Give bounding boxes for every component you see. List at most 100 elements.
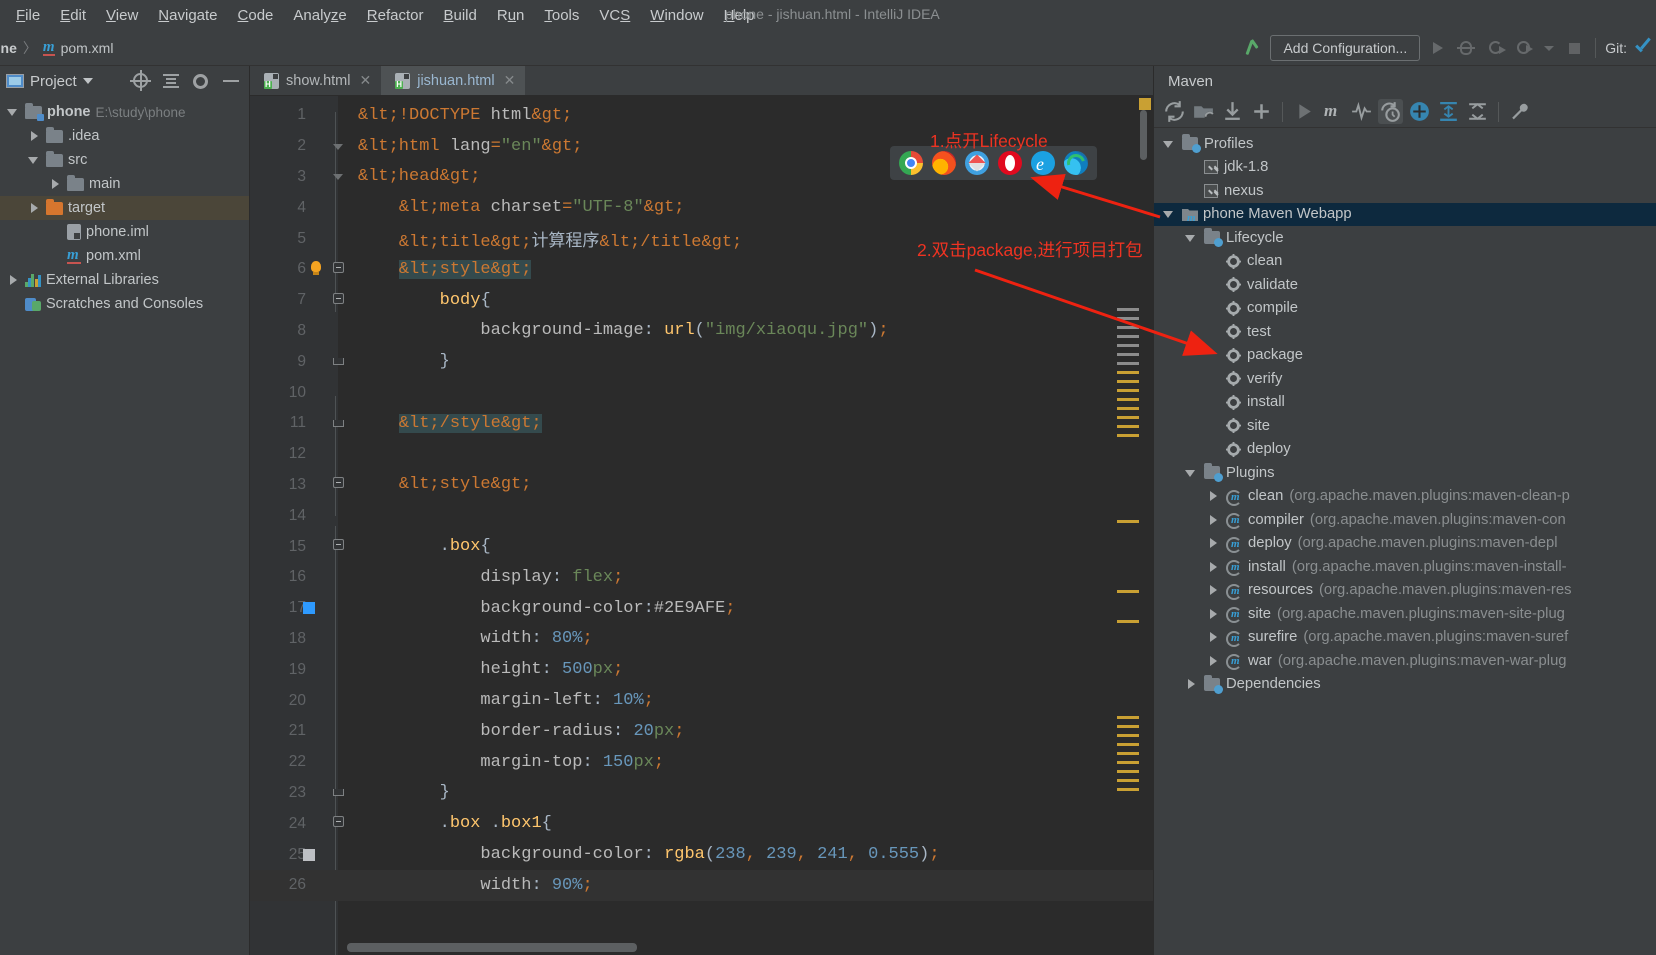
firefox-icon[interactable] <box>932 151 956 175</box>
error-stripe-marker[interactable] <box>1117 743 1139 746</box>
error-stripe-marker[interactable] <box>1117 425 1139 428</box>
color-preview-chip[interactable] <box>303 602 315 615</box>
error-stripe-marker[interactable] <box>1117 416 1139 419</box>
project-tree-item-pom-xml[interactable]: m pom.xml <box>0 244 249 268</box>
chevron-down-icon[interactable] <box>1184 466 1198 480</box>
menu-build[interactable]: Build <box>433 4 486 27</box>
code-fold-marker[interactable] <box>330 414 346 433</box>
add-managed-project-icon[interactable] <box>1191 99 1216 124</box>
project-tree-item-target[interactable]: target <box>0 196 249 220</box>
chevron-right-icon[interactable] <box>27 201 41 215</box>
code-fold-marker[interactable] <box>330 814 346 833</box>
code-line[interactable]: 21 border-radius: 20px; <box>250 716 1153 747</box>
editor-tab-show-html[interactable]: show.html ✕ <box>250 66 381 95</box>
close-icon[interactable]: ✕ <box>359 72 371 89</box>
error-stripe-marker[interactable] <box>1117 520 1139 523</box>
execute-icon[interactable] <box>1291 99 1316 124</box>
edge-icon[interactable] <box>1063 150 1089 176</box>
chevron-right-icon[interactable] <box>1184 677 1198 691</box>
collapse-all-icon[interactable] <box>159 70 183 92</box>
error-stripe-marker[interactable] <box>1117 398 1139 401</box>
maven-tree-item-lifecycle[interactable]: Lifecycle <box>1154 226 1656 250</box>
profile-icon[interactable] <box>1512 36 1536 60</box>
code-fold-marker[interactable] <box>330 783 346 802</box>
chevron-right-icon[interactable] <box>1206 654 1220 668</box>
project-tree-item-phone-iml[interactable]: phone.iml <box>0 220 249 244</box>
maven-tree-item-validate[interactable]: validate <box>1154 273 1656 297</box>
maven-tree[interactable]: Profiles jdk-1.8 nexus m phone Maven Webapp L… <box>1154 128 1656 696</box>
code-line[interactable]: 7 body{ <box>250 285 1153 316</box>
color-preview-chip[interactable] <box>303 848 315 861</box>
maven-tree-item-deploy[interactable]: deploy <box>1154 438 1656 462</box>
error-stripe-marker[interactable] <box>1117 770 1139 773</box>
maven-tree-item-compiler[interactable]: compiler (org.apache.maven.plugins:maven… <box>1154 508 1656 532</box>
error-stripe-marker[interactable] <box>1117 407 1139 410</box>
update-project-icon[interactable] <box>1243 37 1265 59</box>
maven-tree-item-package[interactable]: package <box>1154 344 1656 368</box>
maven-tree-item-plugins[interactable]: Plugins <box>1154 461 1656 485</box>
error-stripe-marker[interactable] <box>1117 761 1139 764</box>
code-line[interactable]: 9 } <box>250 346 1153 377</box>
error-stripe-marker[interactable] <box>1117 620 1139 623</box>
maven-tree-item-clean[interactable]: clean (org.apache.maven.plugins:maven-cl… <box>1154 485 1656 509</box>
reload-icon[interactable] <box>1162 99 1187 124</box>
error-stripe-marker[interactable] <box>1117 326 1139 329</box>
code-fold-marker[interactable] <box>330 352 346 371</box>
error-stripe-marker[interactable] <box>1117 344 1139 347</box>
error-stripe-marker[interactable] <box>1117 734 1139 737</box>
error-stripe-marker[interactable] <box>1117 371 1139 374</box>
menu-edit[interactable]: Edit <box>50 4 96 27</box>
chevron-right-icon[interactable] <box>27 129 41 143</box>
error-stripe-marker[interactable] <box>1117 335 1139 338</box>
download-sources-icon[interactable] <box>1220 99 1245 124</box>
maven-tree-item-install[interactable]: install (org.apache.maven.plugins:maven-… <box>1154 555 1656 579</box>
error-stripe-marker[interactable] <box>1117 362 1139 365</box>
stop-icon[interactable] <box>1562 36 1586 60</box>
toggle-offline-icon[interactable] <box>1378 99 1403 124</box>
maven-tree-item-profiles[interactable]: Profiles <box>1154 132 1656 156</box>
menu-file[interactable]: File <box>6 4 50 27</box>
chevron-right-icon[interactable] <box>1206 489 1220 503</box>
error-stripe-marker[interactable] <box>1117 788 1139 791</box>
settings-gear-icon[interactable] <box>189 70 213 92</box>
project-tree-item-scratches-and-consoles[interactable]: Scratches and Consoles <box>0 292 249 316</box>
code-line[interactable]: 18 width: 80%; <box>250 624 1153 655</box>
code-line[interactable]: 17 background-color:#2E9AFE; <box>250 593 1153 624</box>
error-stripe-marker[interactable] <box>1117 434 1139 437</box>
chevron-down-icon[interactable] <box>1162 207 1176 221</box>
maven-tree-item-clean[interactable]: clean <box>1154 250 1656 274</box>
code-fold-marker[interactable] <box>330 475 346 494</box>
project-tree-item--idea[interactable]: .idea <box>0 124 249 148</box>
run-icon[interactable] <box>1425 36 1449 60</box>
minimize-icon[interactable] <box>219 70 243 92</box>
chevron-right-icon[interactable] <box>1206 583 1220 597</box>
code-line[interactable]: 20 margin-left: 10%; <box>250 685 1153 716</box>
maven-tree-item-jdk-1-8[interactable]: jdk-1.8 <box>1154 156 1656 180</box>
inspection-status-icon[interactable] <box>1139 98 1151 110</box>
editor-vertical-scrollbar[interactable] <box>1140 110 1147 160</box>
code-line[interactable]: 19 height: 500px; <box>250 654 1153 685</box>
code-line[interactable]: 23 } <box>250 778 1153 809</box>
maven-tree-item-site[interactable]: site (org.apache.maven.plugins:maven-sit… <box>1154 602 1656 626</box>
maven-tree-item-surefire[interactable]: surefire (org.apache.maven.plugins:maven… <box>1154 626 1656 650</box>
editor-tab-jishuan-html[interactable]: jishuan.html ✕ <box>381 66 526 95</box>
code-fold-marker[interactable] <box>330 167 346 186</box>
code-line[interactable]: 16 display: flex; <box>250 562 1153 593</box>
coverage-icon[interactable] <box>1483 36 1507 60</box>
opera-icon[interactable] <box>998 151 1022 175</box>
menu-analyze[interactable]: Analyze <box>283 4 356 27</box>
error-stripe-marker[interactable] <box>1117 779 1139 782</box>
error-stripe-marker[interactable] <box>1117 590 1139 593</box>
chevron-right-icon[interactable] <box>1206 630 1220 644</box>
code-fold-marker[interactable] <box>330 537 346 556</box>
menu-window[interactable]: Window <box>640 4 713 27</box>
chevron-right-icon[interactable] <box>6 273 20 287</box>
menu-run[interactable]: Run <box>487 4 535 27</box>
intention-bulb-icon[interactable] <box>308 261 324 277</box>
expand-all-icon[interactable] <box>1436 99 1461 124</box>
error-stripe-marker[interactable] <box>1117 380 1139 383</box>
code-line[interactable]: 14 <box>250 500 1153 531</box>
maven-tree-item-verify[interactable]: verify <box>1154 367 1656 391</box>
chevron-down-icon[interactable] <box>6 105 20 119</box>
chevron-right-icon[interactable] <box>1206 536 1220 550</box>
